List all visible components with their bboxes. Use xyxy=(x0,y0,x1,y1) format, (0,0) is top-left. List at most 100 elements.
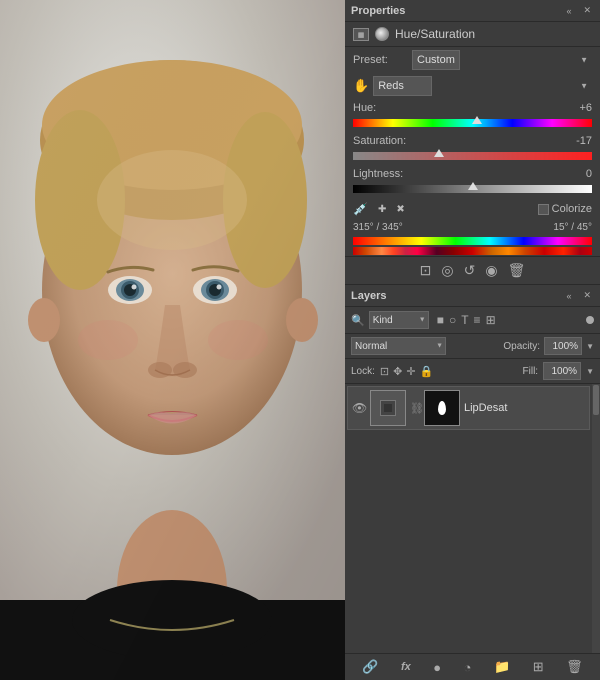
layers-scrollbar[interactable] xyxy=(592,384,600,653)
layers-search-row: 🔍 Kind Name Effect Mode Attribute Color … xyxy=(345,307,600,334)
colorize-label[interactable]: Colorize xyxy=(538,203,592,215)
link-layers-icon[interactable]: 🔗 xyxy=(362,659,378,675)
adjustment-layer-icon: ▦ xyxy=(353,28,369,41)
properties-header-controls: « ✕ xyxy=(563,4,594,17)
eyedropper-plus-icon[interactable]: ✚ xyxy=(378,204,386,215)
layers-search-icon: 🔍 xyxy=(351,314,365,327)
hue-value: +6 xyxy=(564,102,592,114)
add-mask-icon[interactable]: ● xyxy=(433,660,441,675)
group-layers-icon[interactable]: 📁 xyxy=(494,659,510,675)
adjustment-new-icon[interactable]: ◔ xyxy=(464,660,472,675)
spectrum-bar-top xyxy=(353,237,592,245)
lightness-section: Lightness: 0 xyxy=(345,165,600,198)
layer-filter-icons: ■ ○ T ≡ ⊞ xyxy=(437,313,496,327)
filter-smart-icon[interactable]: ⊞ xyxy=(486,313,496,327)
spectrum-bar-bottom xyxy=(353,247,592,255)
layer-mask-thumb xyxy=(424,390,460,426)
hue-saturation-title: Hue/Saturation xyxy=(395,27,475,41)
degree-row: 315° / 345° 15° / 45° xyxy=(345,220,600,235)
kind-select[interactable]: Kind Name Effect Mode Attribute Color xyxy=(369,311,429,329)
layers-header-controls: « ✕ xyxy=(563,289,594,302)
blend-opacity-row: Normal Dissolve Multiply Screen Overlay … xyxy=(345,334,600,359)
saturation-slider-track[interactable] xyxy=(353,149,592,163)
colorize-checkbox[interactable] xyxy=(538,204,549,215)
hand-icon[interactable]: ✋ xyxy=(353,78,369,94)
saturation-label: Saturation: xyxy=(353,135,406,147)
scrollbar-thumb[interactable] xyxy=(593,385,599,415)
layers-bottom-row: 🔗 fx ● ◔ 📁 ⊞ 🗑 xyxy=(345,653,600,680)
properties-sub-header: ▦ Hue/Saturation xyxy=(345,22,600,47)
lock-pixels-icon[interactable]: ✥ xyxy=(393,365,402,378)
delete-layer-icon[interactable]: 🗑 xyxy=(566,659,583,675)
blend-select-wrapper: Normal Dissolve Multiply Screen Overlay xyxy=(351,337,446,355)
filter-type-icon[interactable]: T xyxy=(461,313,468,327)
properties-title: Properties xyxy=(351,5,405,17)
hue-section: Hue: +6 xyxy=(345,99,600,132)
layer-list: 👁 ⛓ LipDesat xyxy=(345,384,600,653)
layers-panel: Layers « ✕ 🔍 Kind Name Effect Mode Attri… xyxy=(345,285,600,680)
opacity-input[interactable] xyxy=(544,337,582,355)
lock-row: Lock: ⊡ ✥ ✛ 🔒 Fill: ▼ xyxy=(345,359,600,384)
filter-pixel-icon[interactable]: ■ xyxy=(437,313,444,327)
degree-left: 315° / 345° xyxy=(353,222,403,233)
new-layer-icon[interactable]: ⊞ xyxy=(533,659,544,675)
channel-select[interactable]: Reds Master Yellows Greens Cyans Blues M… xyxy=(373,76,432,96)
fill-arrow-icon[interactable]: ▼ xyxy=(586,367,594,376)
layers-collapse-btn[interactable]: « xyxy=(563,290,574,302)
hue-header: Hue: +6 xyxy=(353,102,592,114)
properties-collapse-btn[interactable]: « xyxy=(563,5,574,17)
refine-icon[interactable]: ◎ xyxy=(441,262,453,279)
filter-shape-icon[interactable]: ≡ xyxy=(474,313,481,327)
lock-label: Lock: xyxy=(351,366,375,377)
adjustment-circle-icon xyxy=(375,27,389,41)
degree-right: 15° / 45° xyxy=(553,222,592,233)
lock-transparent-icon[interactable]: ⊡ xyxy=(380,365,389,378)
opacity-arrow-icon[interactable]: ▼ xyxy=(586,342,594,351)
eyedropper-minus-icon[interactable]: ✖ xyxy=(396,204,404,215)
delete-adj-icon[interactable]: 🗑 xyxy=(508,262,526,279)
eyedropper-icon[interactable]: 💉 xyxy=(353,202,368,216)
lightness-label: Lightness: xyxy=(353,168,403,180)
layer-item-lipdesat[interactable]: 👁 ⛓ LipDesat xyxy=(347,386,590,430)
fill-input[interactable] xyxy=(543,362,581,380)
preset-label: Preset: xyxy=(353,54,408,66)
colorize-row: 💉 ✚ ✖ Colorize xyxy=(345,198,600,220)
blend-mode-select[interactable]: Normal Dissolve Multiply Screen Overlay xyxy=(351,337,446,355)
layer-main-thumb xyxy=(370,390,406,426)
lightness-header: Lightness: 0 xyxy=(353,168,592,180)
opacity-label: Opacity: xyxy=(503,341,540,352)
preset-select[interactable]: Custom Default xyxy=(412,50,460,70)
lock-all-icon[interactable]: 🔒 xyxy=(420,365,434,378)
saturation-header: Saturation: -17 xyxy=(353,135,592,147)
hue-slider-track[interactable] xyxy=(353,116,592,130)
layer-visibility-icon[interactable]: 👁 xyxy=(352,401,366,415)
fill-label: Fill: xyxy=(523,366,539,377)
mask-icon[interactable]: ⊡ xyxy=(420,262,432,279)
right-panels: Properties « ✕ ▦ Hue/Saturation Preset: … xyxy=(345,0,600,680)
layer-name: LipDesat xyxy=(464,402,583,414)
hue-label: Hue: xyxy=(353,102,376,114)
preset-select-wrapper: Custom Default xyxy=(412,50,592,70)
properties-close-btn[interactable]: ✕ xyxy=(580,4,594,17)
filter-adjust-icon[interactable]: ○ xyxy=(449,313,456,327)
saturation-value: -17 xyxy=(564,135,592,147)
photo-canvas xyxy=(0,0,345,680)
kind-select-wrapper: Kind Name Effect Mode Attribute Color xyxy=(369,311,429,329)
view-icon[interactable]: ◉ xyxy=(485,262,497,279)
layer-chain-icon: ⛓ xyxy=(410,402,420,415)
layers-title: Layers xyxy=(351,290,386,302)
channel-select-wrapper: Reds Master Yellows Greens Cyans Blues M… xyxy=(373,76,592,96)
channel-row: ✋ Reds Master Yellows Greens Cyans Blues… xyxy=(345,73,600,99)
lock-position-icon[interactable]: ✛ xyxy=(406,365,415,378)
preset-row: Preset: Custom Default xyxy=(345,47,600,73)
properties-header: Properties « ✕ xyxy=(345,0,600,22)
filter-active-dot xyxy=(586,316,594,324)
lightness-value: 0 xyxy=(564,168,592,180)
properties-panel: Properties « ✕ ▦ Hue/Saturation Preset: … xyxy=(345,0,600,285)
layers-close-btn[interactable]: ✕ xyxy=(580,289,594,302)
reset-icon[interactable]: ↺ xyxy=(464,262,476,279)
fx-icon[interactable]: fx xyxy=(401,661,411,673)
lock-icons: ⊡ ✥ ✛ 🔒 xyxy=(380,365,433,378)
layers-header: Layers « ✕ xyxy=(345,285,600,307)
lightness-slider-track[interactable] xyxy=(353,182,592,196)
